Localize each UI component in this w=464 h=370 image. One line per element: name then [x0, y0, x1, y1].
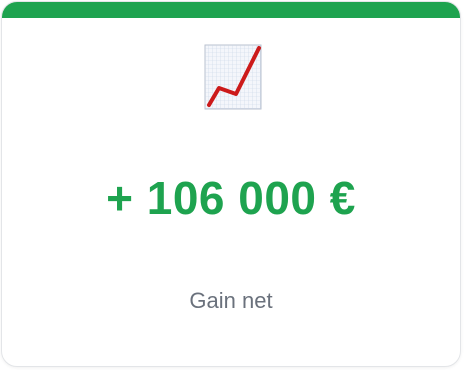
- card-accent-bar: [2, 2, 460, 18]
- stat-card: + 106 000 € Gain net: [1, 1, 461, 367]
- net-gain-amount: + 106 000 €: [106, 172, 356, 224]
- chart-increasing-icon: [204, 44, 262, 110]
- net-gain-label: Gain net: [189, 288, 273, 313]
